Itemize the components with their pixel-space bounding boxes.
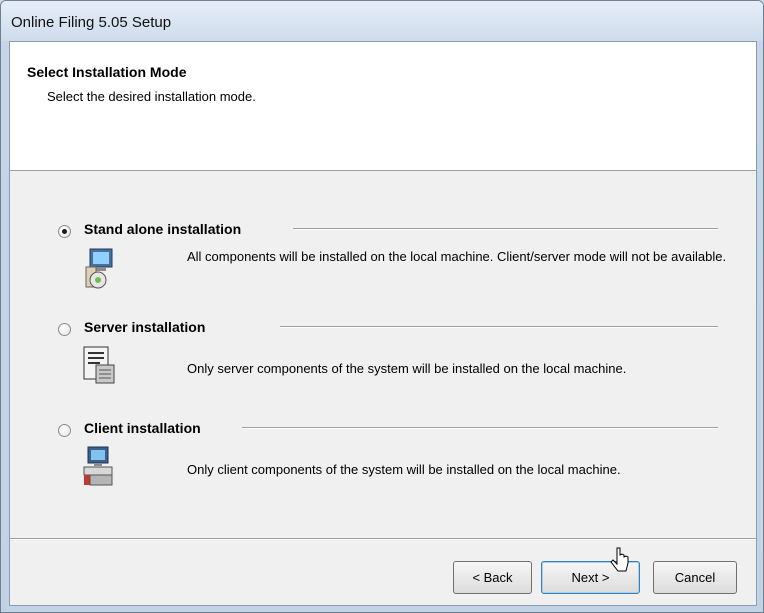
server-document-icon	[76, 345, 118, 387]
standalone-divider	[293, 228, 718, 230]
setup-window: Online Filing 5.05 Setup Select Installa…	[0, 0, 764, 613]
standalone-computer-icon	[76, 247, 118, 289]
wizard-client-area: Select Installation Mode Select the desi…	[9, 41, 757, 606]
server-description: Only server components of the system wil…	[187, 361, 627, 376]
server-divider	[280, 326, 718, 328]
mouse-pointer-icon	[610, 547, 630, 573]
cancel-button[interactable]: Cancel	[653, 561, 737, 594]
footer-divider	[10, 538, 756, 540]
standalone-label[interactable]: Stand alone installation	[84, 221, 241, 237]
client-label[interactable]: Client installation	[84, 420, 201, 436]
standalone-description: All components will be installed on the …	[187, 249, 727, 264]
page-subtitle: Select the desired installation mode.	[47, 89, 256, 104]
client-divider	[242, 427, 718, 429]
server-label[interactable]: Server installation	[84, 319, 205, 335]
window-title: Online Filing 5.05 Setup	[11, 14, 172, 31]
client-computer-icon	[76, 445, 118, 487]
back-button[interactable]: < Back	[453, 561, 532, 594]
client-radio[interactable]	[58, 424, 71, 437]
title-bar[interactable]: Online Filing 5.05 Setup	[1, 1, 763, 41]
server-radio[interactable]	[58, 323, 71, 336]
page-title: Select Installation Mode	[27, 64, 187, 80]
standalone-radio[interactable]	[58, 225, 71, 238]
client-description: Only client components of the system wil…	[187, 462, 621, 477]
wizard-header: Select Installation Mode Select the desi…	[10, 42, 756, 171]
